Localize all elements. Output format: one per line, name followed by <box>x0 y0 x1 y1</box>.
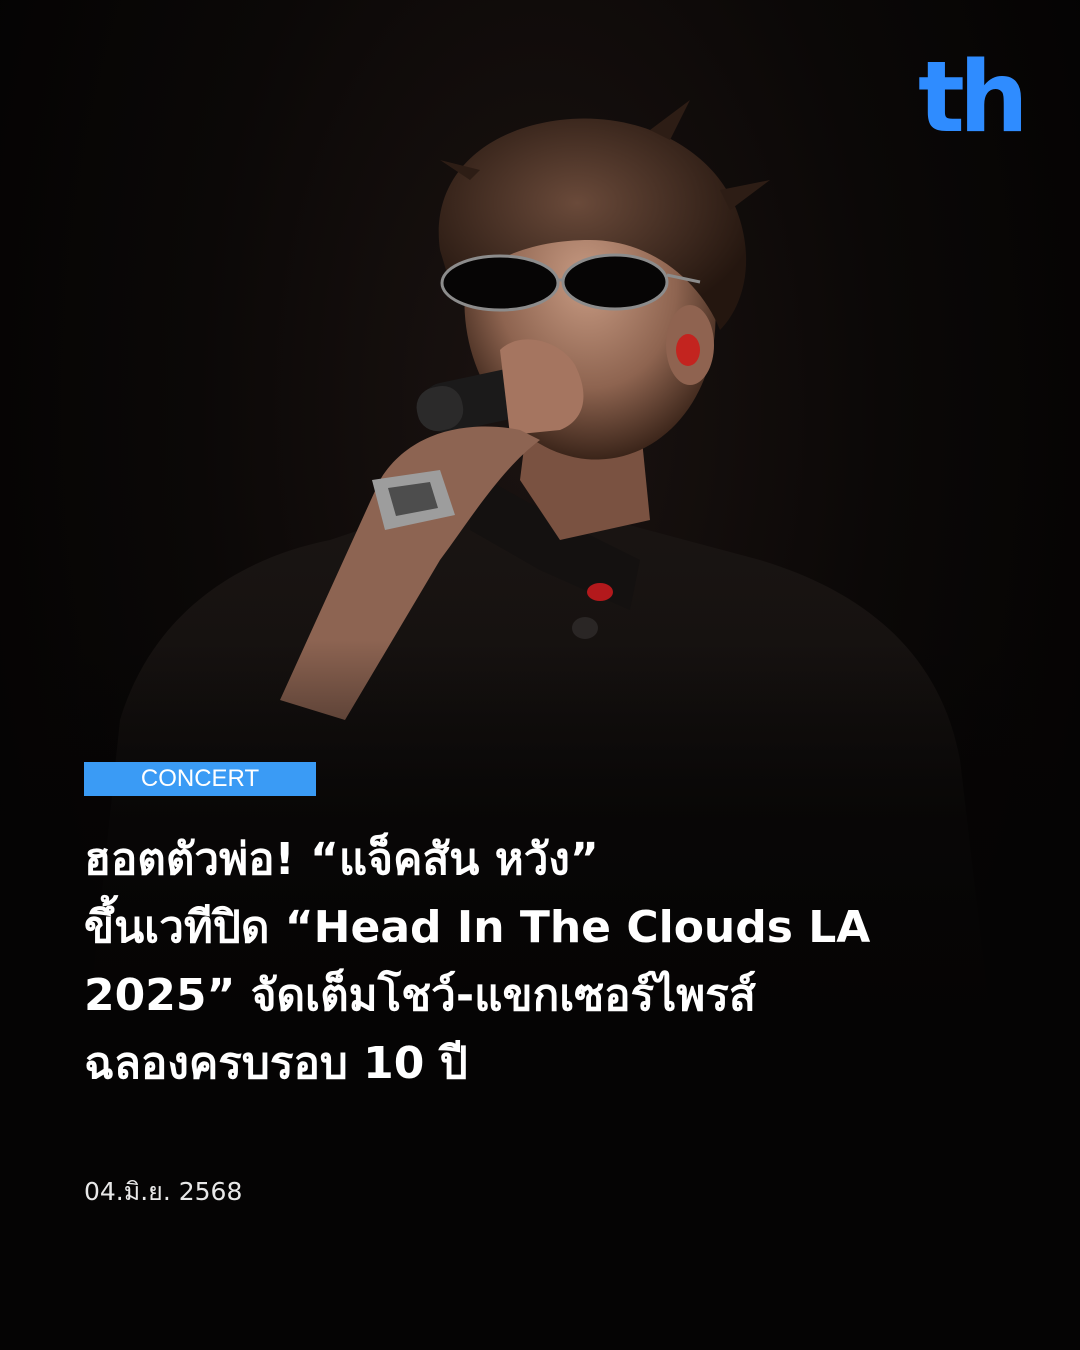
category-badge[interactable]: CONCERT <box>84 762 316 796</box>
brand-logo[interactable]: th <box>918 49 1030 147</box>
headline-line: ขึ้นเวทีปิด “Head In The Clouds LA <box>84 902 871 953</box>
headline-line: ฉลองครบรอบ 10 ปี <box>84 1038 468 1089</box>
headline-line: 2025” จัดเต็มโชว์-แขกเซอร์ไพรส์ <box>84 970 756 1021</box>
publish-date: 04.มิ.ย. 2568 <box>84 1177 243 1206</box>
news-card: th CONCERT ฮอตตัวพ่อ! “แจ็คสัน หวัง” ขึ้… <box>0 0 1080 1350</box>
headline-line: ฮอตตัวพ่อ! “แจ็คสัน หวัง” <box>84 834 599 885</box>
hero-photo <box>0 0 1080 1350</box>
headline[interactable]: ฮอตตัวพ่อ! “แจ็คสัน หวัง” ขึ้นเวทีปิด “H… <box>84 826 1014 1098</box>
